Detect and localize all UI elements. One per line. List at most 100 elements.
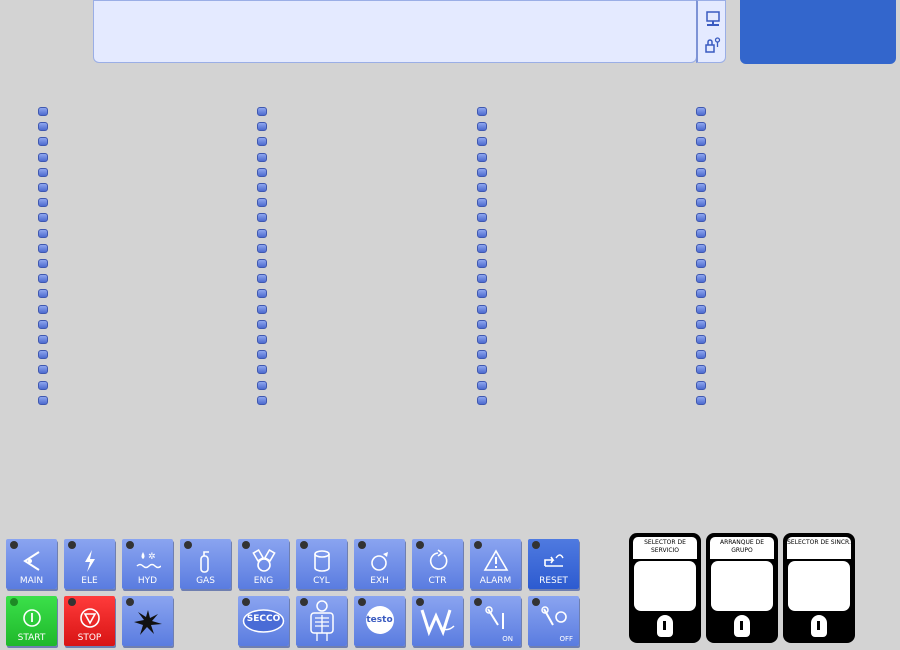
indicator-dot xyxy=(696,365,706,375)
indicator-dot xyxy=(38,213,48,223)
indicator-dot xyxy=(477,122,487,132)
indicator-dot xyxy=(696,335,706,344)
indicator-dot xyxy=(38,289,48,299)
indicator-dot xyxy=(257,167,267,177)
indicator-dot xyxy=(257,380,267,390)
selector-knob-icon[interactable] xyxy=(811,615,827,637)
indicator-dot xyxy=(696,289,706,299)
indicator-dot xyxy=(696,350,706,360)
ele-button[interactable]: ELE xyxy=(64,539,115,589)
lock-key-icon[interactable] xyxy=(705,37,721,53)
indicator-dot xyxy=(38,259,48,268)
indicator-dot xyxy=(257,365,267,375)
selector-sincr[interactable]: SELECTOR DE SINCR. xyxy=(783,533,855,643)
indicator-dot xyxy=(696,122,706,132)
indicator-dot xyxy=(696,243,706,253)
button-label: ON xyxy=(502,635,513,643)
indicator-dot xyxy=(477,319,487,329)
status-led xyxy=(358,541,366,549)
indicator-dot xyxy=(257,213,267,223)
selector-title: ARRANQUE DE GRUPO xyxy=(710,537,774,559)
indicator-dot xyxy=(477,350,487,360)
message-bar xyxy=(93,0,697,63)
network-icon xyxy=(706,11,720,26)
indicator-dot xyxy=(477,198,487,208)
gas-button[interactable]: GAS xyxy=(180,539,231,589)
indicator-dot xyxy=(38,274,48,284)
ctr-button[interactable]: CTR xyxy=(412,539,463,589)
gas-cylinder-icon xyxy=(200,551,209,573)
w-logo-button[interactable] xyxy=(412,596,463,646)
warning-icon xyxy=(483,549,509,571)
selector-window xyxy=(788,561,850,611)
stop-icon xyxy=(80,608,100,628)
stop-button[interactable]: STOP xyxy=(64,596,115,646)
status-led xyxy=(242,598,250,606)
main-button[interactable]: MAIN xyxy=(6,539,57,589)
hyd-button[interactable]: ✲ HYD xyxy=(122,539,173,589)
selector-window xyxy=(711,561,773,611)
button-label: RESET xyxy=(539,576,568,586)
indicator-dot xyxy=(38,228,48,238)
indicator-dot xyxy=(257,335,267,344)
indicator-dot xyxy=(696,213,706,223)
indicator-dot xyxy=(38,380,48,390)
indicator-dot xyxy=(38,319,48,329)
indicator-dot xyxy=(38,395,48,405)
button-label: OFF xyxy=(559,635,573,643)
indicator-dot xyxy=(696,198,706,208)
indicator-dot xyxy=(477,380,487,390)
engine-icon xyxy=(252,548,276,572)
button-label: STOP xyxy=(77,633,102,643)
main-icon xyxy=(23,551,40,571)
status-led xyxy=(416,541,424,549)
indicator-dot xyxy=(257,137,267,147)
indicator-dot xyxy=(38,107,48,116)
testo-label: testo xyxy=(366,615,393,625)
lightning-icon xyxy=(85,550,95,572)
indicator-dot xyxy=(696,137,706,147)
indicator-dot xyxy=(257,198,267,208)
eng-button[interactable]: ENG xyxy=(238,539,289,589)
indicator-dot xyxy=(696,304,706,314)
off-button[interactable]: OFF xyxy=(528,596,579,646)
on-button[interactable]: ON xyxy=(470,596,521,646)
indicator-dot xyxy=(696,107,706,116)
status-led xyxy=(532,598,540,606)
indicator-dot xyxy=(477,395,487,405)
cycle-icon xyxy=(429,549,448,570)
selector-knob-icon[interactable] xyxy=(657,615,673,637)
selector-servicio[interactable]: SELECTOR DE SERVICIO xyxy=(629,533,701,643)
start-button[interactable]: START xyxy=(6,596,57,646)
button-label: ALARM xyxy=(479,576,512,586)
cylinder-icon xyxy=(314,550,330,572)
indicator-dot xyxy=(257,122,267,132)
wrench-icon xyxy=(485,606,504,629)
indicator-dot xyxy=(38,152,48,162)
status-led xyxy=(10,598,18,606)
button-label: CTR xyxy=(428,576,447,586)
selector-arranque[interactable]: ARRANQUE DE GRUPO xyxy=(706,533,778,643)
alarm-button[interactable]: ALARM xyxy=(470,539,521,589)
status-led xyxy=(242,541,250,549)
secco-button[interactable]: SECCO xyxy=(238,596,289,646)
selector-title: SELECTOR DE SINCR. xyxy=(787,537,851,559)
cyl-button[interactable]: CYL xyxy=(296,539,347,589)
indicator-dot xyxy=(477,335,487,344)
status-led xyxy=(10,541,18,549)
indicator-dot xyxy=(696,183,706,192)
indicator-dot xyxy=(38,304,48,314)
xray-button[interactable] xyxy=(296,596,347,646)
reset-button[interactable]: RESET xyxy=(528,539,579,589)
power-on-icon xyxy=(23,609,41,627)
exh-button[interactable]: EXH xyxy=(354,539,405,589)
indicator-dot xyxy=(696,319,706,329)
damage-button[interactable] xyxy=(122,596,173,646)
indicator-dot xyxy=(696,167,706,177)
selector-knob-icon[interactable] xyxy=(734,615,750,637)
indicator-dot xyxy=(257,319,267,329)
indicator-dot xyxy=(696,380,706,390)
button-label: CYL xyxy=(313,576,330,586)
indicator-dot xyxy=(257,243,267,253)
testo-button[interactable]: testo xyxy=(354,596,405,646)
